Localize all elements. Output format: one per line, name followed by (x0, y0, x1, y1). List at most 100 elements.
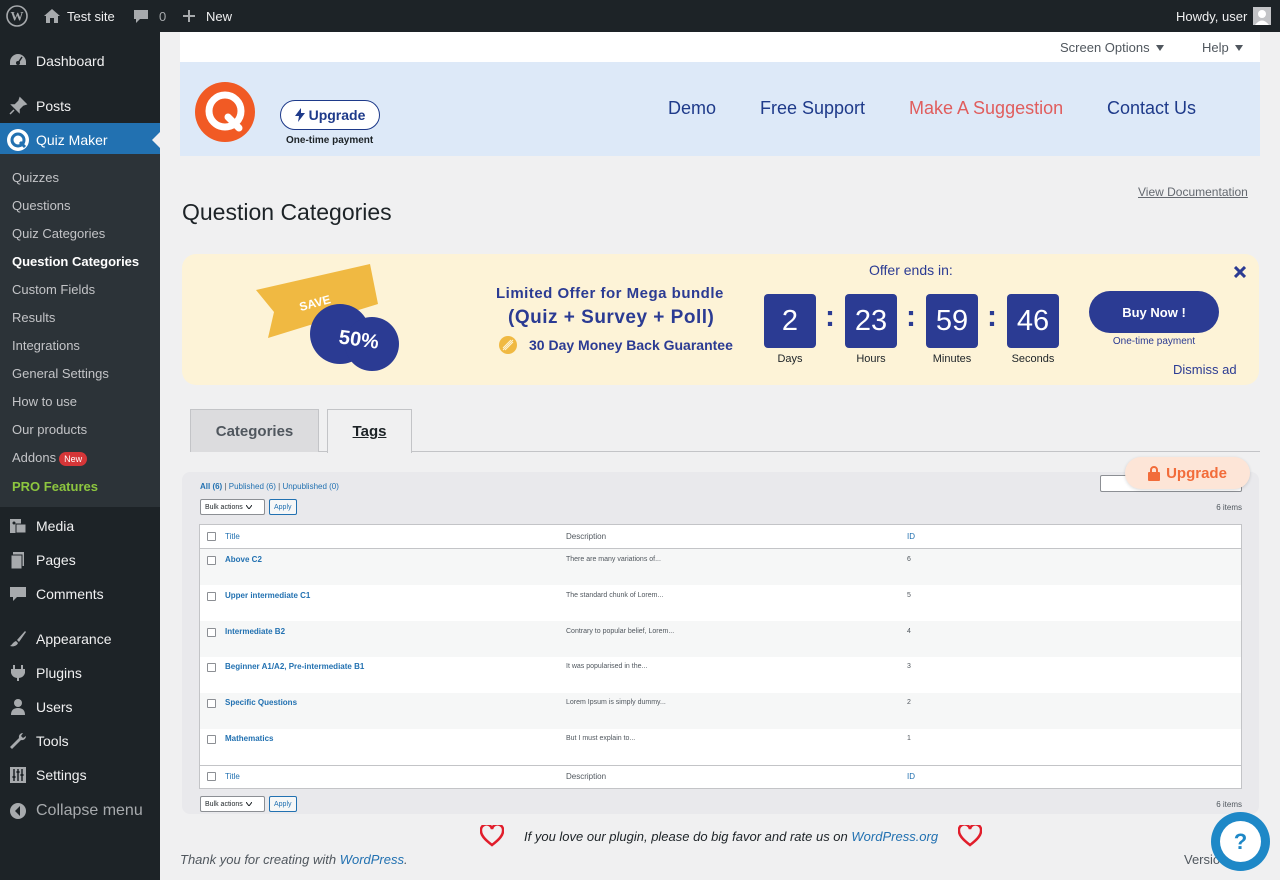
row-title[interactable]: Mathematics (225, 734, 273, 743)
column-id-bottom[interactable]: ID (907, 772, 915, 781)
menu-label: Tools (36, 733, 69, 749)
lock-icon (1148, 465, 1161, 481)
row-checkbox[interactable] (207, 556, 216, 565)
filter-unpublished[interactable]: Unpublished (0) (282, 482, 338, 491)
make-a-suggestion-link[interactable]: Make A Suggestion (909, 98, 1063, 119)
select-all-checkbox-bottom[interactable] (207, 772, 216, 781)
caret-down-icon (1234, 44, 1243, 51)
free-support-link[interactable]: Free Support (760, 98, 865, 119)
countdown-separator: : (906, 300, 916, 333)
row-description: The standard chunk of Lorem... (566, 592, 664, 599)
items-count-top: 6 items (1216, 503, 1242, 512)
promo-bundle: (Quiz + Survey + Poll) (508, 307, 715, 328)
submenu-custom-fields[interactable]: Custom Fields (12, 282, 95, 297)
apply-button-top[interactable]: Apply (269, 499, 297, 515)
wordpress-link[interactable]: WordPress (340, 852, 404, 867)
row-checkbox[interactable] (207, 663, 216, 672)
menu-quiz-maker[interactable]: Quiz Maker (0, 123, 160, 157)
menu-dashboard[interactable]: Dashboard (0, 44, 160, 78)
home-icon (44, 9, 60, 23)
collapse-menu-button[interactable]: Collapse menu (0, 794, 160, 828)
submenu-quizzes[interactable]: Quizzes (12, 170, 59, 185)
column-id[interactable]: ID (907, 532, 915, 541)
help-bubble-button[interactable]: ? (1211, 812, 1270, 871)
wordpress-org-link[interactable]: WordPress.org (851, 829, 938, 844)
site-name-link[interactable]: Test site (43, 0, 115, 32)
bulk-actions-label: Bulk actions (205, 800, 243, 808)
bulk-actions-label: Bulk actions (205, 503, 243, 511)
submenu-addons[interactable]: Addons New (12, 450, 88, 466)
row-checkbox[interactable] (207, 735, 216, 744)
submenu-quiz-categories[interactable]: Quiz Categories (12, 226, 105, 241)
tab-tags[interactable]: Tags (327, 409, 412, 453)
apply-button-bottom[interactable]: Apply (269, 796, 297, 812)
submenu-integrations[interactable]: Integrations (12, 338, 80, 353)
menu-pages[interactable]: Pages (0, 543, 160, 577)
offer-ends-label: Offer ends in: (869, 262, 953, 278)
submenu-results[interactable]: Results (12, 310, 55, 325)
new-badge: New (59, 451, 88, 466)
header-upgrade-button[interactable]: Upgrade (280, 100, 380, 130)
row-title[interactable]: Upper intermediate C1 (225, 591, 310, 600)
pro-upgrade-button[interactable]: Upgrade (1125, 457, 1250, 489)
menu-comments[interactable]: Comments (0, 577, 160, 611)
column-title[interactable]: Title (225, 532, 240, 541)
contact-us-link[interactable]: Contact Us (1107, 98, 1196, 119)
rate-text: If you love our plugin, please do big fa… (524, 828, 848, 844)
comments-link[interactable]: 0 (133, 0, 166, 32)
lightning-icon (294, 108, 305, 122)
bulk-actions-select-bottom[interactable]: Bulk actions (200, 796, 265, 812)
row-title[interactable]: Above C2 (225, 555, 262, 564)
submenu-how-to-use[interactable]: How to use (12, 394, 77, 409)
wordpress-logo-icon[interactable]: W (6, 0, 28, 32)
table-header: Title Description ID (199, 524, 1242, 549)
menu-settings[interactable]: Settings (0, 758, 160, 792)
row-description: Contrary to popular belief, Lorem... (566, 628, 675, 635)
my-account[interactable]: Howdy, user (1176, 0, 1272, 32)
close-icon[interactable] (1234, 266, 1246, 278)
filter-all[interactable]: All (6) (200, 482, 222, 491)
tab-categories[interactable]: Categories (190, 409, 319, 452)
submenu-questions[interactable]: Questions (12, 198, 71, 213)
menu-posts[interactable]: Posts (0, 89, 160, 123)
submenu-general-settings[interactable]: General Settings (12, 366, 109, 381)
menu-users[interactable]: Users (0, 690, 160, 724)
select-all-checkbox[interactable] (207, 532, 216, 541)
screen-options-button[interactable]: Screen Options (1060, 40, 1164, 55)
heart-icon (958, 825, 983, 847)
site-name: Test site (67, 8, 115, 24)
table-row: Mathematics But I must explain to... 1 (199, 729, 1242, 765)
table-row: Intermediate B2 Contrary to popular beli… (199, 621, 1242, 657)
row-description: There are many variations of... (566, 556, 661, 563)
row-title[interactable]: Beginner A1/A2, Pre-intermediate B1 (225, 662, 364, 671)
help-tab-button[interactable]: Help (1202, 40, 1243, 55)
menu-plugins[interactable]: Plugins (0, 656, 160, 690)
menu-tools[interactable]: Tools (0, 724, 160, 758)
menu-appearance[interactable]: Appearance (0, 622, 160, 656)
row-checkbox[interactable] (207, 699, 216, 708)
filter-published[interactable]: Published (6) (229, 482, 276, 491)
menu-media[interactable]: Media (0, 509, 160, 543)
row-checkbox[interactable] (207, 628, 216, 637)
quiz-maker-logo[interactable] (194, 81, 256, 143)
row-title[interactable]: Intermediate B2 (225, 627, 285, 636)
submenu-question-categories[interactable]: Question Categories (12, 254, 139, 269)
heart-icon (480, 825, 504, 847)
buy-now-button[interactable]: Buy Now ! (1089, 291, 1219, 333)
column-title-bottom[interactable]: Title (225, 772, 240, 781)
submenu-pro-features[interactable]: PRO Features (12, 479, 98, 494)
new-content-link[interactable]: New (182, 0, 232, 32)
row-title[interactable]: Specific Questions (225, 698, 297, 707)
dismiss-ad-link[interactable]: Dismiss ad (1173, 362, 1237, 377)
bulk-actions-select-top[interactable]: Bulk actions (200, 499, 265, 515)
submenu-our-products[interactable]: Our products (12, 422, 87, 437)
table-footer-header: Title Description ID (199, 765, 1242, 789)
page-title: Question Categories (182, 199, 392, 225)
countdown-separator: : (987, 300, 997, 333)
view-documentation-link[interactable]: View Documentation (1138, 185, 1248, 199)
settings-sliders-icon (10, 767, 26, 783)
row-checkbox[interactable] (207, 592, 216, 601)
menu-label: Dashboard (36, 53, 105, 69)
items-count-bottom: 6 items (1216, 800, 1242, 809)
demo-link[interactable]: Demo (668, 98, 716, 119)
